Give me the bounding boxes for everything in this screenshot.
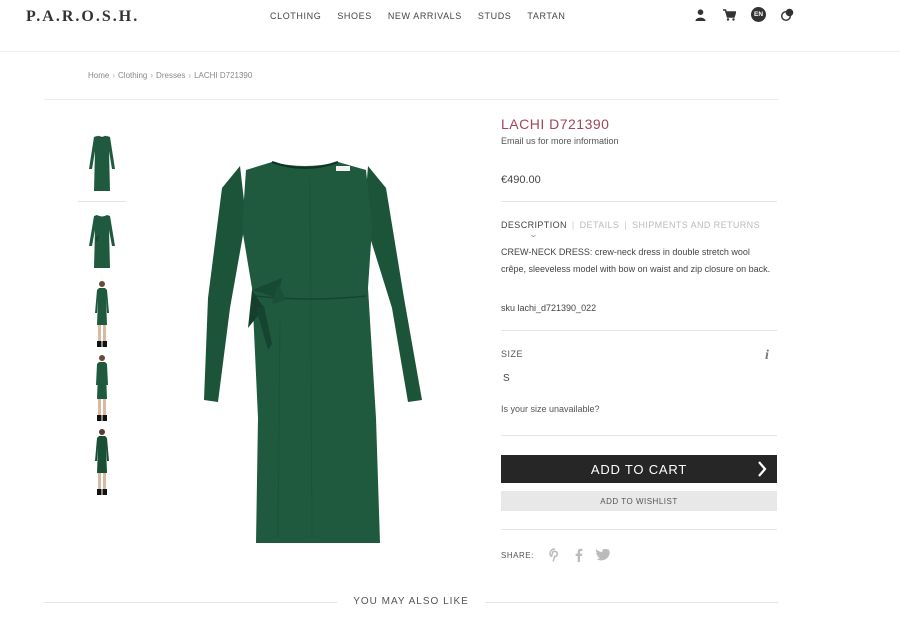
- recommendations-heading: YOU MAY ALSO LIKE: [44, 596, 778, 607]
- breadcrumb-clothing[interactable]: Clothing: [118, 71, 147, 80]
- twitter-icon[interactable]: [595, 548, 610, 562]
- breadcrumb-current: LACHI D721390: [194, 71, 253, 80]
- breadcrumb-separator: ›: [188, 71, 192, 80]
- site-logo[interactable]: P.A.R.O.S.H.: [26, 8, 139, 26]
- nav-item-tartan[interactable]: TARTAN: [527, 11, 565, 21]
- user-icon[interactable]: [693, 7, 708, 22]
- tab-details[interactable]: DETAILS: [580, 220, 620, 230]
- pinterest-icon[interactable]: [548, 548, 562, 562]
- breadcrumb-home[interactable]: Home: [88, 71, 109, 80]
- add-to-cart-label: ADD TO CART: [590, 461, 688, 477]
- recommendations-heading-bar: YOU MAY ALSO LIKE: [44, 596, 778, 608]
- facebook-icon[interactable]: [572, 548, 586, 562]
- nav-item-studs[interactable]: STUDS: [478, 11, 512, 21]
- share-label: SHARE:: [501, 550, 534, 560]
- language-icon[interactable]: EN: [751, 7, 766, 22]
- thumbnail-model-front[interactable]: [78, 278, 126, 352]
- breadcrumb-separator: ›: [112, 71, 116, 80]
- thumbnail-side[interactable]: [78, 204, 126, 278]
- main-product-image[interactable]: [160, 118, 440, 558]
- main-nav: CLOTHING SHOES NEW ARRIVALS STUDS TARTAN: [270, 11, 566, 21]
- thumbnail-gallery: [78, 125, 126, 500]
- nav-item-shoes[interactable]: SHOES: [337, 11, 372, 21]
- size-option-s[interactable]: S: [503, 373, 510, 384]
- chevron-right-icon: [758, 461, 767, 477]
- recommendations-heading-text: YOU MAY ALSO LIKE: [337, 596, 485, 607]
- thumbnail-front[interactable]: [78, 125, 126, 199]
- header-icons: EN: [693, 7, 795, 22]
- tab-description[interactable]: DESCRIPTION: [501, 220, 567, 230]
- add-to-cart-button[interactable]: ADD TO CART: [501, 455, 777, 483]
- cart-icon[interactable]: [722, 7, 737, 22]
- thumbnail-model-side[interactable]: [78, 352, 126, 426]
- size-label: SIZE: [501, 349, 524, 359]
- email-note[interactable]: Email us for more information: [501, 136, 777, 146]
- size-unavailable-link[interactable]: Is your size unavailable?: [501, 404, 600, 414]
- product-title: LACHI D721390: [501, 116, 610, 132]
- product-tabs: DESCRIPTION | DETAILS | SHIPMENTS AND RE…: [501, 220, 760, 230]
- add-to-wishlist-label: ADD TO WISHLIST: [600, 496, 678, 506]
- tab-separator: |: [571, 220, 575, 230]
- divider: [501, 330, 777, 331]
- product-price: €490.00: [501, 174, 541, 186]
- divider: [44, 99, 778, 100]
- breadcrumb: Home › Clothing › Dresses › LACHI D72139…: [88, 71, 252, 80]
- currency-icon[interactable]: [780, 7, 795, 22]
- nav-item-new-arrivals[interactable]: NEW ARRIVALS: [388, 11, 462, 21]
- add-to-wishlist-button[interactable]: ADD TO WISHLIST: [501, 491, 777, 511]
- info-icon[interactable]: i: [765, 348, 769, 364]
- divider: [501, 201, 777, 202]
- product-description: CREW-NECK DRESS: crew-neck dress in doub…: [501, 247, 771, 274]
- nav-item-clothing[interactable]: CLOTHING: [270, 11, 321, 21]
- product-sku: sku lachi_d721390_022: [501, 303, 597, 313]
- chevron-down-icon: ⌄: [528, 230, 539, 239]
- share-bar: SHARE:: [501, 548, 610, 562]
- thumbnail-divider: [78, 201, 126, 202]
- tab-separator: |: [624, 220, 628, 230]
- breadcrumb-separator: ›: [150, 71, 154, 80]
- divider: [501, 435, 777, 436]
- divider: [501, 529, 777, 530]
- tab-shipments-returns[interactable]: SHIPMENTS AND RETURNS: [632, 220, 760, 230]
- site-header: P.A.R.O.S.H. CLOTHING SHOES NEW ARRIVALS…: [0, 0, 900, 52]
- thumbnail-model-back[interactable]: [78, 426, 126, 500]
- breadcrumb-dresses[interactable]: Dresses: [156, 71, 185, 80]
- product-info: LACHI D721390 Email us for more informat…: [501, 116, 777, 562]
